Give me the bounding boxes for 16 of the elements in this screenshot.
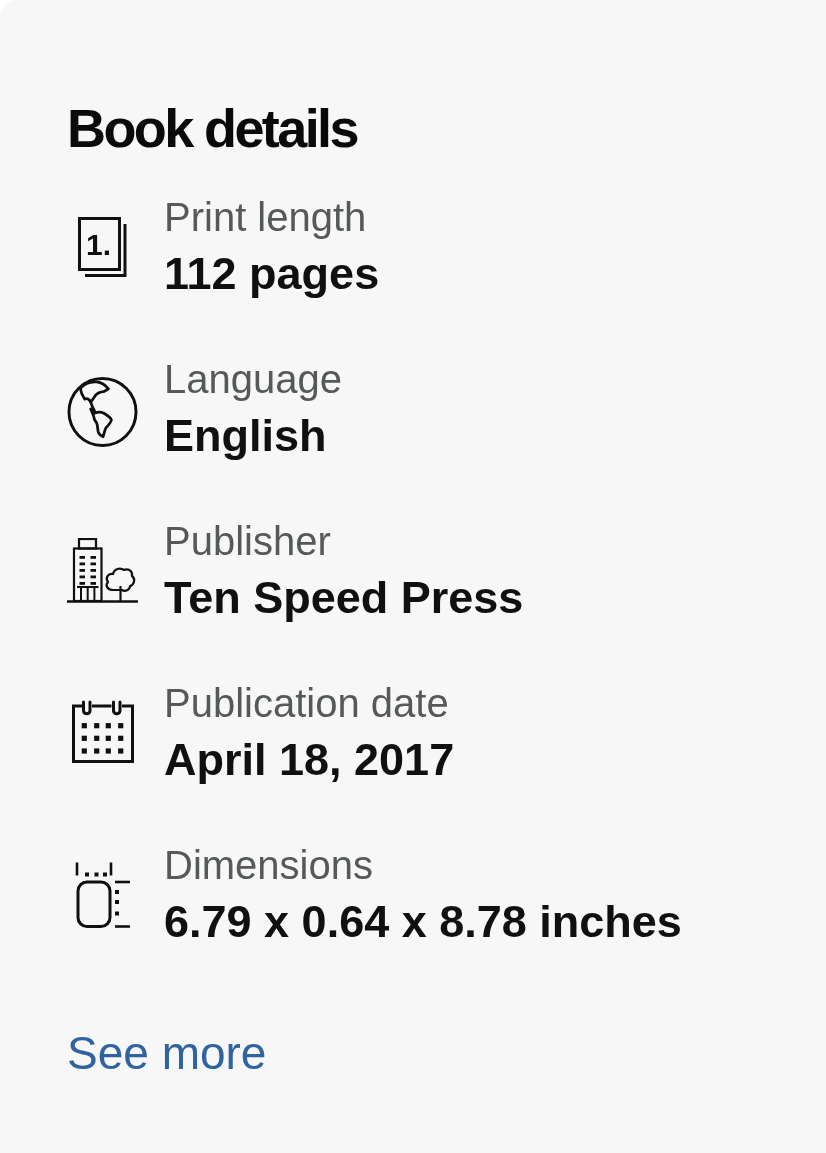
globe-icon <box>67 376 138 448</box>
dimensions-icon <box>74 862 131 928</box>
detail-value: Ten Speed Press <box>164 572 524 624</box>
detail-value: 112 pages <box>164 248 380 300</box>
detail-label: Language <box>164 356 342 403</box>
section-title: Book details <box>67 97 357 160</box>
calendar-icon <box>71 700 134 763</box>
detail-value: 6.79 x 0.64 x 8.78 inches <box>164 896 682 948</box>
detail-label: Publisher <box>164 518 331 565</box>
detail-label: Dimensions <box>164 842 373 889</box>
see-more-link[interactable]: See more <box>67 1026 267 1081</box>
detail-value: April 18, 2017 <box>164 734 455 786</box>
detail-value: English <box>164 410 327 462</box>
detail-label: Print length <box>164 194 367 241</box>
building-tree-icon <box>67 538 138 603</box>
detail-label: Publication date <box>164 680 449 727</box>
